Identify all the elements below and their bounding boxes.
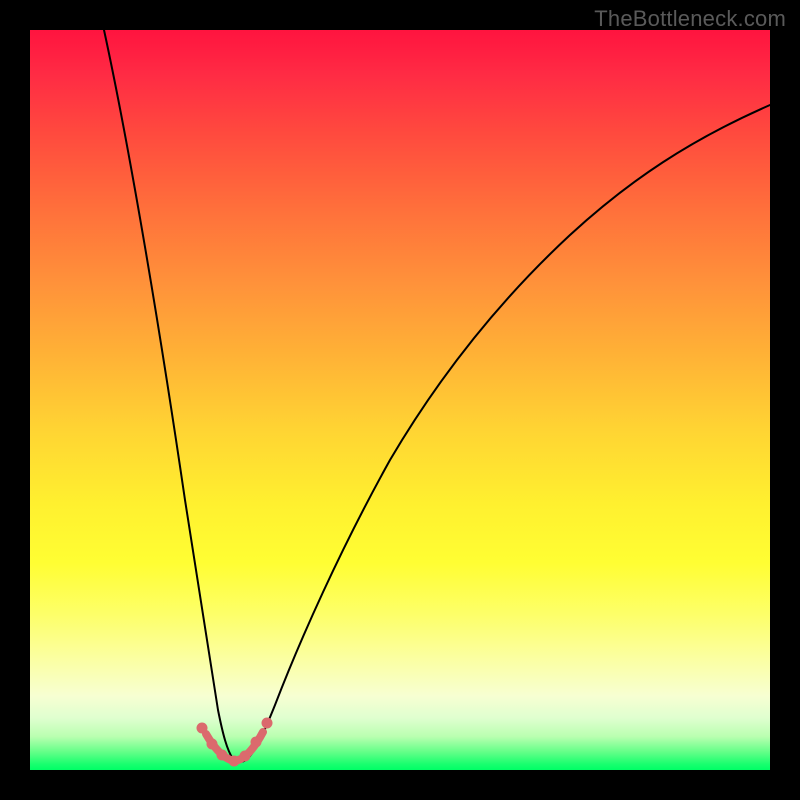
marker-point xyxy=(217,750,228,761)
marker-point xyxy=(197,723,208,734)
marker-point xyxy=(240,751,251,762)
chart-svg xyxy=(30,30,770,770)
marker-point xyxy=(229,756,240,767)
plot-area xyxy=(30,30,770,770)
chart-frame: TheBottleneck.com xyxy=(0,0,800,800)
bottleneck-curve xyxy=(104,30,770,762)
marker-point xyxy=(207,739,218,750)
marker-point xyxy=(262,718,273,729)
watermark-text: TheBottleneck.com xyxy=(594,6,786,32)
marker-point xyxy=(251,737,262,748)
